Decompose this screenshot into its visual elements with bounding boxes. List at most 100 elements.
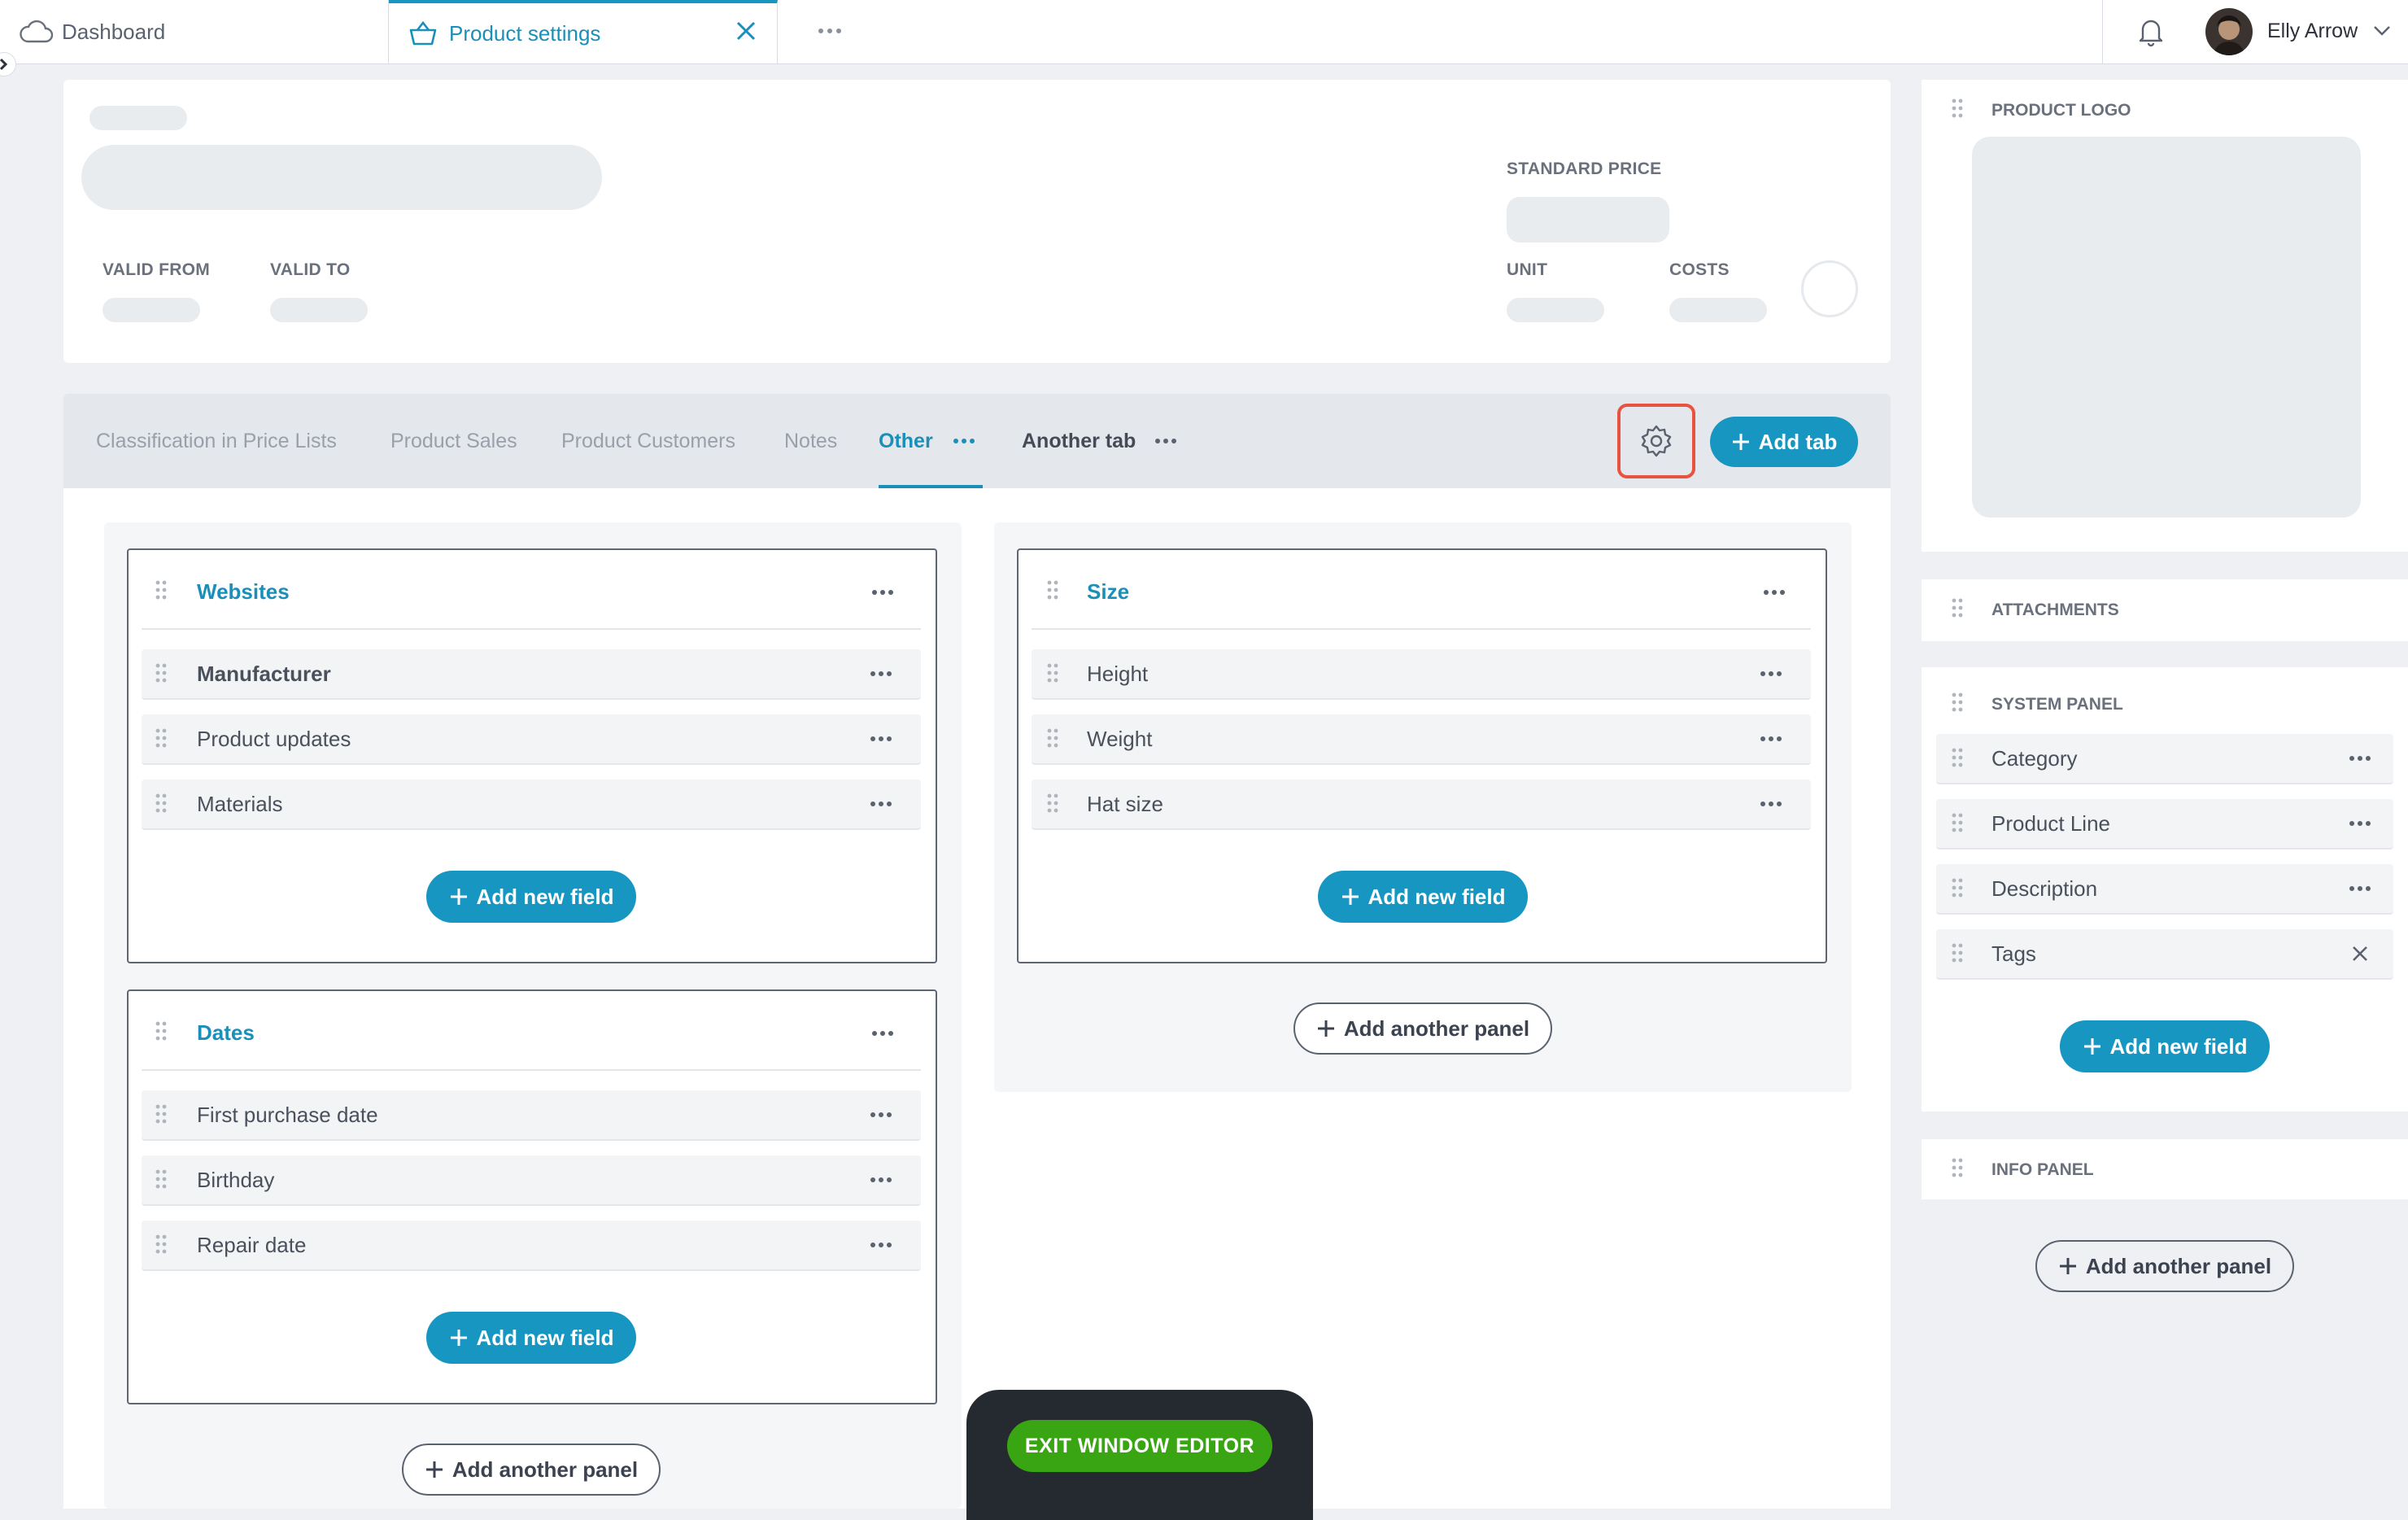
field-label: Height (1087, 661, 1149, 686)
panel-size-more-icon[interactable] (1760, 579, 1788, 605)
plus-icon (449, 1328, 469, 1347)
field-label: Hat size (1087, 791, 1163, 816)
more-icon[interactable] (2346, 876, 2374, 902)
panel-divider (142, 628, 921, 630)
exit-window-editor-button[interactable]: EXIT WINDOW EDITOR (1007, 1420, 1272, 1472)
avatar[interactable] (2205, 8, 2253, 55)
drag-handle-icon[interactable] (1951, 877, 1964, 898)
field-row[interactable]: Product updates (142, 714, 921, 765)
more-icon[interactable] (1757, 791, 1785, 817)
field-row[interactable]: Description (1936, 864, 2393, 915)
tab-settings-gear-button[interactable] (1617, 404, 1695, 478)
drag-handle-icon[interactable] (1951, 812, 1964, 833)
more-icon[interactable] (2346, 745, 2374, 771)
add-new-field-button[interactable]: Add new field (426, 1312, 636, 1364)
field-row[interactable]: Tags (1936, 929, 2393, 980)
user-name[interactable]: Elly Arrow (2267, 20, 2358, 43)
drag-handle-icon[interactable] (1951, 1157, 1964, 1178)
close-icon[interactable] (2349, 943, 2371, 964)
field-label: First purchase date (197, 1102, 378, 1127)
drag-handle-icon[interactable] (1046, 727, 1059, 749)
unit-value[interactable] (1507, 298, 1604, 322)
tab-product-sales[interactable]: Product Sales (390, 394, 517, 488)
more-icon[interactable] (867, 1102, 895, 1128)
add-new-field-label: Add new field (476, 884, 614, 909)
add-another-panel-button-sidebar[interactable]: Add another panel (2035, 1240, 2294, 1292)
field-label: Product Line (1991, 810, 2110, 836)
drag-handle-icon[interactable] (155, 727, 168, 749)
bell-icon[interactable] (2137, 16, 2165, 47)
tab-dashboard[interactable]: Dashboard (0, 0, 389, 63)
panel-websites-more-icon[interactable] (869, 579, 896, 605)
drag-handle-icon[interactable] (1046, 793, 1059, 814)
add-another-panel-button-right[interactable]: Add another panel (1293, 1002, 1552, 1055)
valid-to-value[interactable] (270, 298, 368, 322)
valid-from-value[interactable] (103, 298, 200, 322)
product-logo-placeholder[interactable] (1972, 137, 2361, 518)
more-tabs-icon[interactable] (814, 18, 846, 44)
drag-handle-icon[interactable] (155, 662, 168, 684)
drag-handle-icon[interactable] (1951, 597, 1964, 618)
field-row[interactable]: Weight (1032, 714, 1811, 765)
drag-handle-icon[interactable] (1951, 942, 1964, 963)
add-tab-button[interactable]: Add tab (1710, 417, 1858, 467)
add-another-panel-button-left[interactable]: Add another panel (402, 1444, 661, 1496)
tab-another[interactable]: Another tab (1022, 394, 1136, 488)
placeholder-title (81, 145, 602, 210)
tab-product-customers[interactable]: Product Customers (561, 394, 735, 488)
drag-handle-icon[interactable] (155, 1020, 168, 1042)
more-icon[interactable] (1757, 661, 1785, 687)
sidebar-toggle[interactable] (0, 52, 16, 76)
field-row[interactable]: Birthday (142, 1155, 921, 1206)
drag-handle-icon[interactable] (155, 1168, 168, 1190)
more-icon[interactable] (1757, 726, 1785, 752)
add-new-field-button[interactable]: Add new field (426, 871, 636, 923)
field-row[interactable]: First purchase date (142, 1090, 921, 1141)
placeholder-subtitle (89, 106, 187, 130)
add-new-field-button[interactable]: Add new field (2060, 1020, 2270, 1072)
more-icon[interactable] (867, 726, 895, 752)
field-row[interactable]: Hat size (1032, 780, 1811, 830)
panel-dates-more-icon[interactable] (869, 1020, 896, 1046)
drag-handle-icon[interactable] (1951, 747, 1964, 768)
drag-handle-icon[interactable] (1951, 692, 1964, 713)
tab-another-more-icon[interactable] (1152, 428, 1180, 454)
tab-other-more-icon[interactable] (950, 428, 978, 454)
panel-size-title[interactable]: Size (1087, 579, 1129, 605)
drag-handle-icon[interactable] (155, 1234, 168, 1255)
more-icon[interactable] (867, 661, 895, 687)
more-icon[interactable] (867, 1167, 895, 1193)
panel-dates-title[interactable]: Dates (197, 1020, 255, 1046)
more-icon[interactable] (867, 791, 895, 817)
tab-product-settings[interactable]: Product settings (389, 0, 778, 63)
add-another-panel-label: Add another panel (2085, 1253, 2272, 1278)
drag-handle-icon[interactable] (1046, 579, 1059, 601)
valid-from-label: VALID FROM (103, 260, 211, 279)
cloud-icon (20, 20, 54, 44)
field-row[interactable]: Repair date (142, 1221, 921, 1271)
add-new-field-button[interactable]: Add new field (1318, 871, 1528, 923)
more-icon[interactable] (867, 1232, 895, 1258)
close-icon[interactable] (733, 18, 759, 44)
standard-price-value[interactable] (1507, 197, 1669, 242)
field-row[interactable]: Product Line (1936, 799, 2393, 850)
field-row[interactable]: Height (1032, 649, 1811, 700)
drag-handle-icon[interactable] (155, 793, 168, 814)
add-new-field-label: Add new field (2109, 1033, 2248, 1059)
drag-handle-icon[interactable] (1046, 662, 1059, 684)
more-icon[interactable] (2346, 810, 2374, 836)
plus-icon (2058, 1256, 2078, 1276)
drag-handle-icon[interactable] (1951, 98, 1964, 119)
field-row[interactable]: Materials (142, 780, 921, 830)
panel-websites-title[interactable]: Websites (197, 579, 290, 605)
tab-classification[interactable]: Classification in Price Lists (96, 394, 337, 488)
chevron-down-icon[interactable] (2371, 23, 2393, 39)
tab-other[interactable]: Other (879, 394, 933, 488)
drag-handle-icon[interactable] (155, 579, 168, 601)
field-row[interactable]: Category (1936, 734, 2393, 784)
field-row[interactable]: Manufacturer (142, 649, 921, 700)
tab-notes[interactable]: Notes (784, 394, 837, 488)
costs-value[interactable] (1669, 298, 1767, 322)
plus-icon (1341, 887, 1360, 906)
drag-handle-icon[interactable] (155, 1103, 168, 1125)
